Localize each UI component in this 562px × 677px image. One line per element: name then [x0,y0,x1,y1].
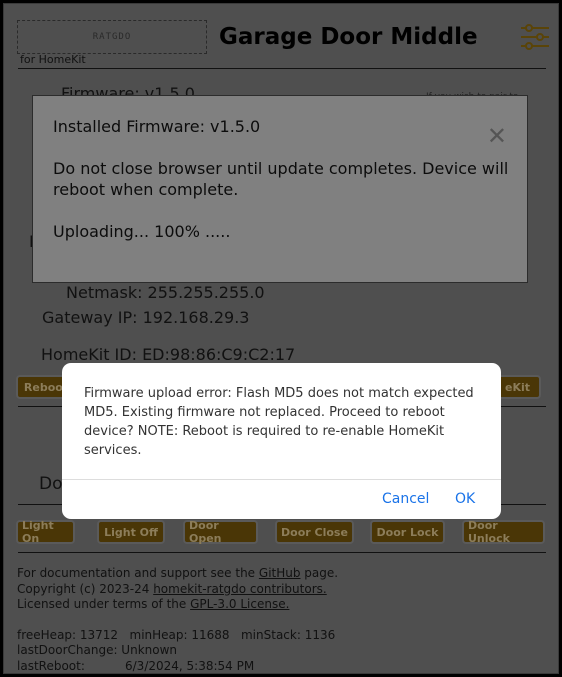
error-alert-dialog: Firmware upload error: Flash MD5 does no… [62,363,501,519]
last-door-change: lastDoorChange: Unknown [17,643,178,657]
logo-subtitle: for HomeKit [20,53,86,66]
footer-text: For documentation and support see the [17,566,259,580]
reset-homekit-button[interactable]: eKit [494,375,541,399]
device-title: Garage Door Middle [219,24,478,50]
door-lock-button[interactable]: Door Lock [370,520,445,544]
door-state-partial: Do [39,474,63,494]
last-reboot-label: lastReboot: [17,658,85,673]
contributors-link[interactable]: homekit-ratgdo contributors. [153,582,327,596]
door-open-button[interactable]: Door Open [183,519,258,545]
cancel-button[interactable]: Cancel [382,491,429,507]
footer: For documentation and support see the Gi… [17,566,338,674]
alert-message: Firmware upload error: Flash MD5 does no… [84,386,474,458]
footer-text: Licensed under terms of the [17,597,191,611]
ratgdo-logo: RATGDO [17,20,207,54]
update-warning: Do not close browser until update comple… [53,159,509,199]
divider [18,552,546,553]
upload-progress: Uploading... 100% ..... [53,222,231,241]
light-off-button[interactable]: Light Off [97,520,165,544]
footer-text: Copyright (c) 2023-24 [17,581,154,596]
license-link[interactable]: GPL-3.0 License. [190,597,289,611]
close-icon[interactable]: ✕ [487,122,507,150]
door-unlock-button[interactable]: Door Unlock [462,519,545,545]
logo-text: RATGDO [92,32,132,42]
door-close-button[interactable]: Door Close [275,520,354,544]
netmask: Netmask: 255.255.255.0 [66,283,265,302]
divider [18,68,546,69]
ok-button[interactable]: OK [455,491,475,507]
sliders-icon[interactable] [521,24,549,50]
homekit-id: HomeKit ID: ED:98:86:C9:C2:17 [41,345,296,364]
heap-stats: freeHeap: 13712 minHeap: 11688 minStack:… [17,627,336,642]
firmware-update-dialog: Installed Firmware: v1.5.0 ✕ Do not clos… [32,95,528,283]
installed-firmware: Installed Firmware: v1.5.0 [53,117,261,136]
footer-text: page. [300,566,339,580]
light-on-button[interactable]: Light On [16,519,75,545]
divider [62,479,501,480]
gateway-ip: Gateway IP: 192.168.29.3 [42,308,250,327]
github-link[interactable]: GitHub [259,566,301,580]
last-reboot-value: 6/3/2024, 5:38:54 PM [125,658,255,673]
